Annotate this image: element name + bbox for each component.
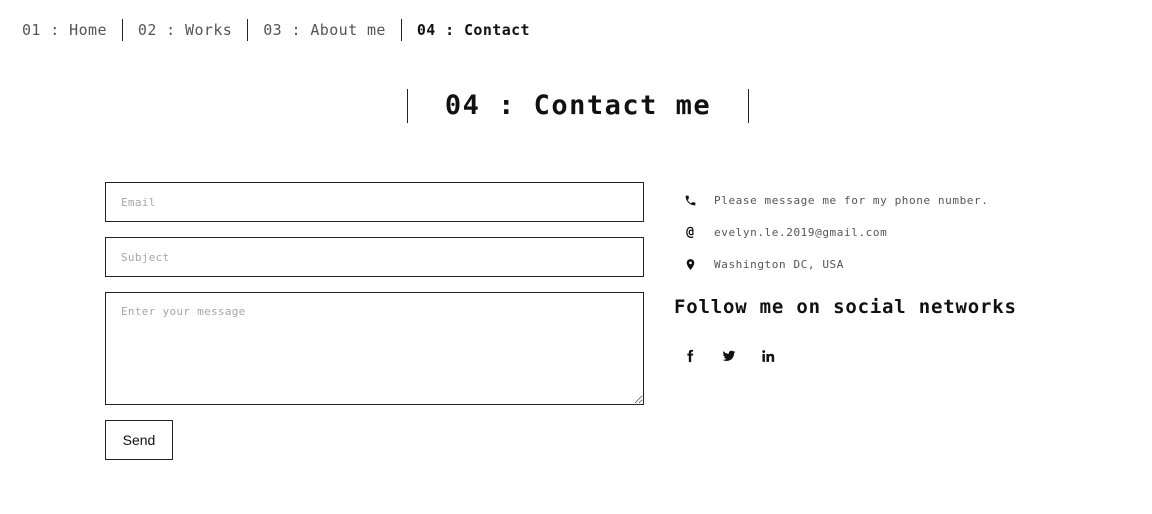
follow-title: Follow me on social networks: [674, 296, 1017, 318]
nav-item-works[interactable]: 02 : Works: [121, 19, 247, 41]
map-pin-icon: [683, 257, 697, 271]
contact-email-row: @ evelyn.le.2019@gmail.com: [683, 223, 887, 241]
contact-phone-text: Please message me for my phone number.: [714, 193, 989, 207]
nav-item-contact[interactable]: 04 : Contact: [400, 19, 545, 41]
email-field[interactable]: [105, 182, 644, 222]
twitter-link[interactable]: [722, 348, 736, 364]
social-links: [683, 347, 800, 365]
contact-location-row: Washington DC, USA: [683, 255, 844, 273]
contact-email-text: evelyn.le.2019@gmail.com: [714, 225, 888, 239]
contact-page: 01 : Home 02 : Works 03 : About me 04 : …: [0, 0, 1152, 514]
twitter-icon: [722, 350, 736, 362]
nav-item-about[interactable]: 03 : About me: [247, 19, 401, 41]
phone-icon: [683, 193, 697, 207]
top-nav: 01 : Home 02 : Works 03 : About me 04 : …: [22, 19, 545, 41]
linkedin-icon: [762, 350, 775, 362]
linkedin-link[interactable]: [761, 348, 775, 364]
contact-location-text: Washington DC, USA: [714, 257, 845, 271]
at-icon: @: [686, 224, 694, 240]
subject-field[interactable]: [105, 237, 644, 277]
send-button[interactable]: Send: [105, 420, 173, 460]
message-field[interactable]: [105, 292, 644, 405]
page-title: 04 : Contact me: [407, 89, 749, 123]
facebook-icon: [687, 349, 694, 363]
nav-item-home[interactable]: 01 : Home: [22, 19, 122, 41]
contact-phone-row: Please message me for my phone number.: [683, 191, 988, 209]
facebook-link[interactable]: [683, 348, 697, 364]
